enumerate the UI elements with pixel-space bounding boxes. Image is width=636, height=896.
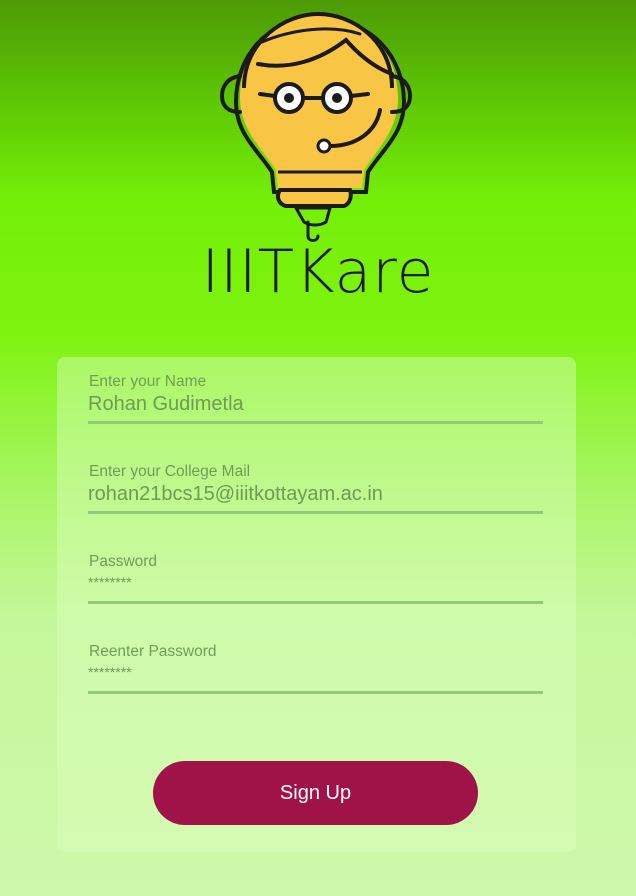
sign-up-button[interactable]: Sign Up bbox=[153, 761, 478, 825]
email-field: Enter your College Mail bbox=[88, 463, 543, 531]
reenter-password-input[interactable] bbox=[88, 659, 543, 685]
brand-name: IIITKare bbox=[201, 237, 435, 307]
app-logo: IIITKare bbox=[0, 0, 636, 320]
name-field: Enter your Name bbox=[88, 373, 543, 441]
password-field: Password bbox=[88, 553, 543, 621]
email-label: Enter your College Mail bbox=[89, 463, 251, 480]
password-underline bbox=[88, 601, 543, 604]
signup-form-card: Enter your Name Enter your College Mail … bbox=[57, 357, 576, 852]
name-input[interactable] bbox=[88, 391, 543, 417]
name-label: Enter your Name bbox=[89, 373, 207, 390]
email-underline bbox=[88, 511, 543, 514]
lightbulb-mascot-icon bbox=[219, 11, 413, 242]
email-input[interactable] bbox=[88, 481, 543, 507]
name-underline bbox=[88, 421, 543, 424]
reenter-password-field: Reenter Password bbox=[88, 643, 543, 711]
reenter-password-underline bbox=[88, 691, 543, 694]
password-input[interactable] bbox=[88, 569, 543, 595]
